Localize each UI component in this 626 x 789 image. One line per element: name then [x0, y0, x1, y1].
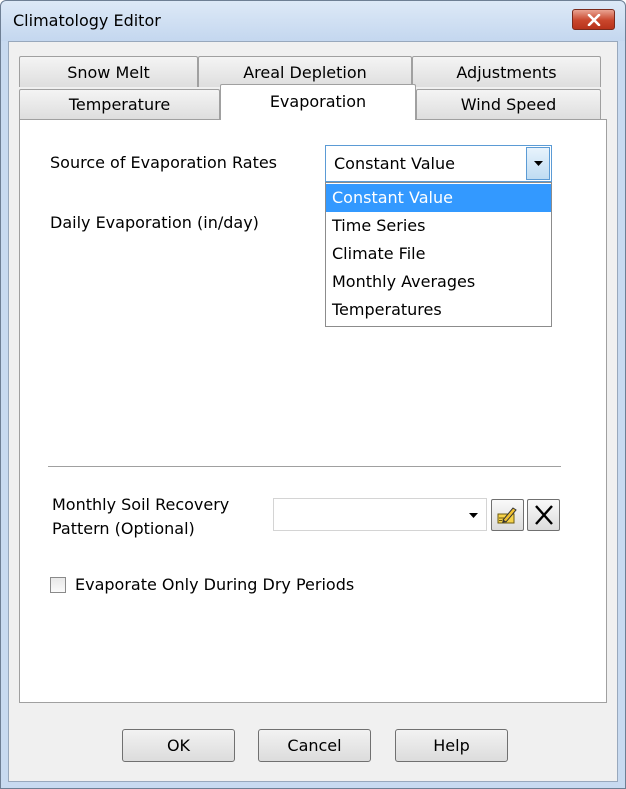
tab-label: Wind Speed [460, 95, 557, 114]
cancel-button-label: Cancel [287, 736, 342, 755]
close-icon [587, 14, 601, 26]
help-button-label: Help [433, 736, 470, 755]
window-title: Climatology Editor [13, 11, 161, 30]
x-delete-icon [535, 505, 553, 525]
chevron-down-icon [469, 513, 478, 518]
tab-label: Temperature [68, 95, 171, 114]
tab-temperature[interactable]: Temperature [19, 89, 220, 119]
tab-snow-melt[interactable]: Snow Melt [19, 56, 198, 87]
ok-button[interactable]: OK [122, 729, 235, 762]
soil-recovery-label-line1: Monthly Soil Recovery [52, 495, 230, 514]
ok-button-label: OK [166, 736, 191, 755]
dropdown-option-temperatures[interactable]: Temperatures [326, 296, 551, 324]
dialog-window: Climatology Editor Snow Melt Areal Deple… [0, 0, 626, 789]
soil-recovery-select[interactable] [273, 498, 487, 531]
dry-periods-checkbox[interactable] [50, 577, 66, 593]
close-button[interactable] [572, 9, 615, 30]
tab-evaporation[interactable]: Evaporation [220, 84, 416, 120]
tab-label: Adjustments [456, 62, 557, 82]
dropdown-option-monthly-averages[interactable]: Monthly Averages [326, 268, 551, 296]
tab-areal-depletion[interactable]: Areal Depletion [198, 56, 412, 87]
dry-periods-label[interactable]: Evaporate Only During Dry Periods [75, 575, 354, 594]
tab-label: Evaporation [269, 92, 367, 111]
source-select-value: Constant Value [334, 154, 455, 173]
soil-recovery-label-line2: Pattern (Optional) [52, 519, 195, 538]
title-bar[interactable]: Climatology Editor [1, 1, 625, 41]
source-label: Source of Evaporation Rates [50, 153, 278, 172]
dropdown-option-climate-file[interactable]: Climate File [326, 240, 551, 268]
cancel-button[interactable]: Cancel [258, 729, 371, 762]
edit-pattern-button[interactable] [491, 499, 524, 531]
dropdown-option-constant-value[interactable]: Constant Value [326, 184, 551, 212]
tab-wind-speed[interactable]: Wind Speed [416, 89, 601, 119]
chevron-down-icon [534, 161, 543, 166]
daily-evaporation-label: Daily Evaporation (in/day) [50, 213, 259, 232]
dropdown-option-time-series[interactable]: Time Series [326, 212, 551, 240]
tab-adjustments[interactable]: Adjustments [412, 56, 601, 87]
divider [48, 466, 561, 467]
delete-pattern-button[interactable] [527, 499, 560, 531]
source-dropdown-button[interactable] [526, 147, 550, 180]
tab-label: Snow Melt [67, 62, 150, 82]
tab-label: Areal Depletion [243, 62, 367, 82]
help-button[interactable]: Help [395, 729, 508, 762]
dialog-client-area: Snow Melt Areal Depletion Adjustments Te… [8, 41, 618, 782]
pencil-edit-icon [497, 507, 517, 524]
source-select[interactable]: Constant Value [325, 145, 552, 182]
source-dropdown-list: Constant Value Time Series Climate File … [325, 182, 552, 327]
